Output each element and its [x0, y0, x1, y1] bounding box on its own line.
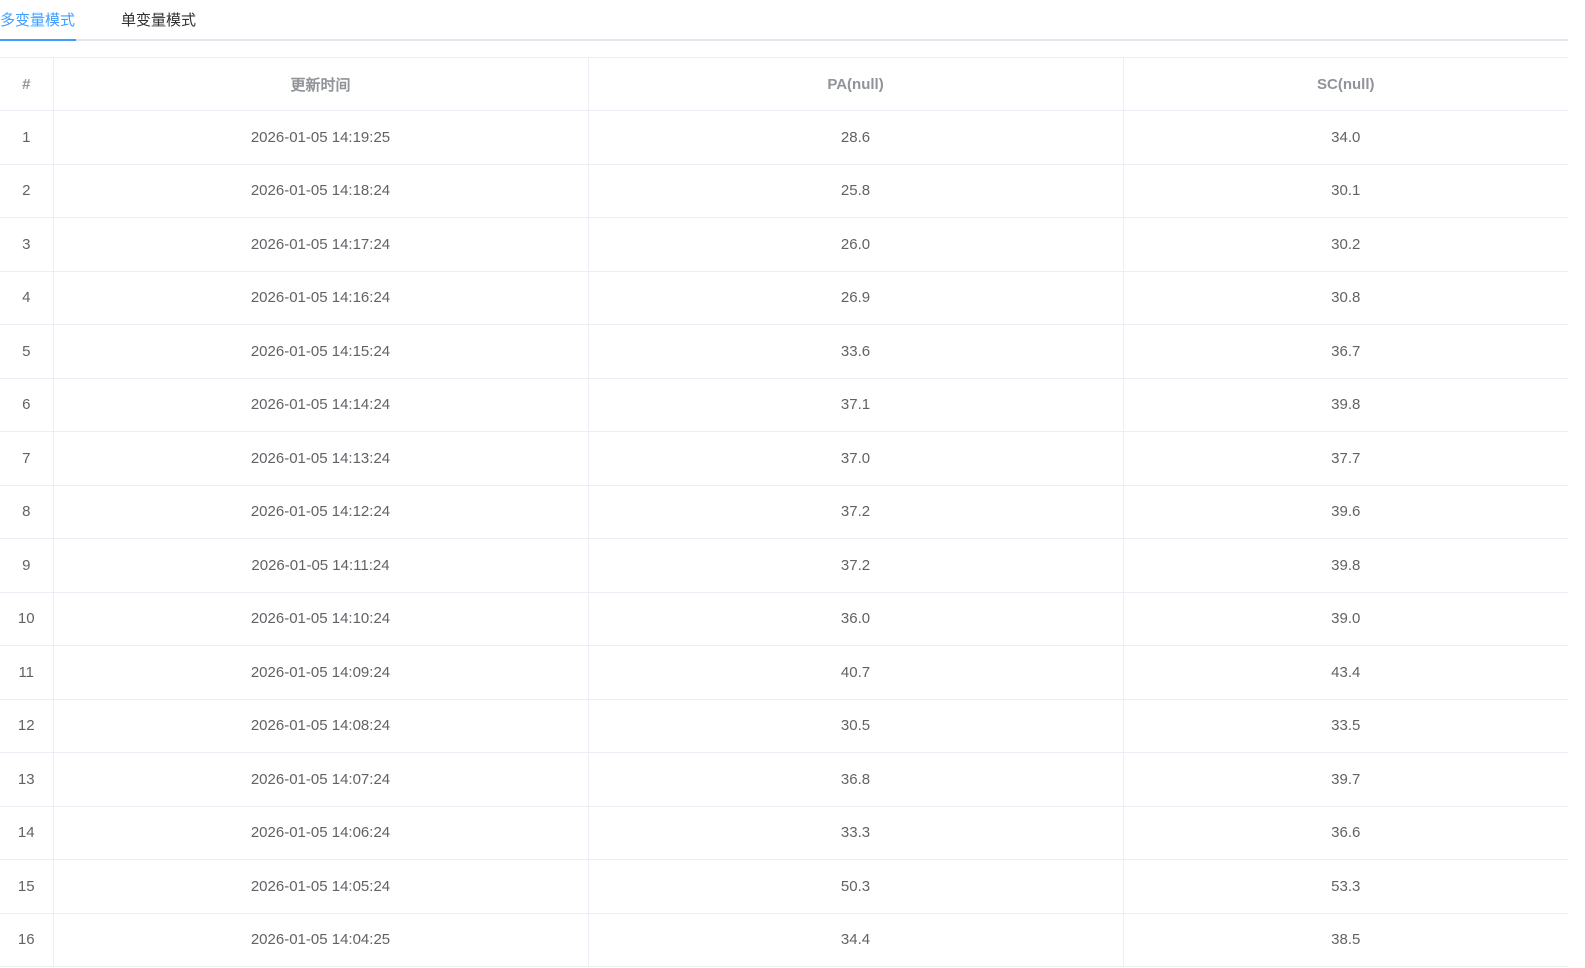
cell-update-time: 2026-01-05 14:19:25 — [53, 110, 589, 165]
table-row: 11 2026-01-05 14:09:24 40.7 43.4 — [0, 645, 1568, 700]
cell-update-time: 2026-01-05 14:11:24 — [53, 538, 589, 593]
cell-index: 9 — [0, 538, 54, 593]
table-row: 3 2026-01-05 14:17:24 26.0 30.2 — [0, 217, 1568, 272]
cell-pa-value: 33.3 — [588, 806, 1124, 860]
data-table: # 更新时间 PA(null) SC(null) 1 2026-01-05 14:… — [0, 57, 1568, 967]
cell-sc-value: 30.8 — [1123, 271, 1568, 325]
cell-pa-value: 50.3 — [588, 859, 1124, 914]
cell-sc-value: 36.7 — [1123, 324, 1568, 379]
cell-pa-value: 37.1 — [588, 378, 1124, 432]
cell-update-time: 2026-01-05 14:10:24 — [53, 592, 589, 646]
cell-index: 13 — [0, 752, 54, 807]
table-row: 13 2026-01-05 14:07:24 36.8 39.7 — [0, 752, 1568, 807]
table-row: 1 2026-01-05 14:19:25 28.6 34.0 — [0, 110, 1568, 165]
cell-index: 2 — [0, 164, 54, 218]
cell-index: 8 — [0, 485, 54, 539]
cell-update-time: 2026-01-05 14:13:24 — [53, 431, 589, 486]
column-header-update-time: 更新时间 — [53, 57, 589, 111]
cell-sc-value: 39.0 — [1123, 592, 1568, 646]
cell-pa-value: 26.9 — [588, 271, 1124, 325]
table-row: 16 2026-01-05 14:04:25 34.4 38.5 — [0, 913, 1568, 967]
cell-update-time: 2026-01-05 14:15:24 — [53, 324, 589, 379]
table-header: # 更新时间 PA(null) SC(null) — [0, 57, 1568, 111]
mode-tabs: 多变量模式 单变量模式 — [0, 0, 1568, 41]
cell-sc-value: 36.6 — [1123, 806, 1568, 860]
active-tab-indicator — [0, 39, 76, 41]
cell-sc-value: 39.7 — [1123, 752, 1568, 807]
cell-update-time: 2026-01-05 14:18:24 — [53, 164, 589, 218]
cell-update-time: 2026-01-05 14:08:24 — [53, 699, 589, 753]
cell-update-time: 2026-01-05 14:16:24 — [53, 271, 589, 325]
cell-update-time: 2026-01-05 14:06:24 — [53, 806, 589, 860]
table-row: 5 2026-01-05 14:15:24 33.6 36.7 — [0, 324, 1568, 379]
cell-update-time: 2026-01-05 14:04:25 — [53, 913, 589, 967]
cell-index: 1 — [0, 110, 54, 165]
cell-sc-value: 39.6 — [1123, 485, 1568, 539]
cell-update-time: 2026-01-05 14:14:24 — [53, 378, 589, 432]
tab-multivariate-mode[interactable]: 多变量模式 — [0, 0, 76, 41]
cell-sc-value: 53.3 — [1123, 859, 1568, 914]
cell-index: 11 — [0, 645, 54, 700]
table-body: 1 2026-01-05 14:19:25 28.6 34.0 2 2026-01-05 … — [0, 110, 1568, 967]
column-header-pa: PA(null) — [588, 57, 1124, 111]
cell-index: 15 — [0, 859, 54, 914]
cell-index: 16 — [0, 913, 54, 967]
cell-sc-value: 30.2 — [1123, 217, 1568, 272]
table-row: 4 2026-01-05 14:16:24 26.9 30.8 — [0, 271, 1568, 325]
cell-pa-value: 25.8 — [588, 164, 1124, 218]
table-row: 2 2026-01-05 14:18:24 25.8 30.1 — [0, 164, 1568, 218]
column-header-sc: SC(null) — [1123, 57, 1568, 111]
cell-index: 4 — [0, 271, 54, 325]
table-row: 9 2026-01-05 14:11:24 37.2 39.8 — [0, 538, 1568, 593]
cell-sc-value: 38.5 — [1123, 913, 1568, 967]
table-row: 14 2026-01-05 14:06:24 33.3 36.6 — [0, 806, 1568, 860]
table-row: 12 2026-01-05 14:08:24 30.5 33.5 — [0, 699, 1568, 753]
cell-sc-value: 39.8 — [1123, 378, 1568, 432]
cell-sc-value: 39.8 — [1123, 538, 1568, 593]
cell-pa-value: 33.6 — [588, 324, 1124, 379]
cell-update-time: 2026-01-05 14:17:24 — [53, 217, 589, 272]
cell-pa-value: 28.6 — [588, 110, 1124, 165]
cell-pa-value: 30.5 — [588, 699, 1124, 753]
table-row: 15 2026-01-05 14:05:24 50.3 53.3 — [0, 859, 1568, 914]
column-header-index: # — [0, 57, 54, 111]
cell-sc-value: 34.0 — [1123, 110, 1568, 165]
cell-sc-value: 37.7 — [1123, 431, 1568, 486]
cell-index: 3 — [0, 217, 54, 272]
cell-pa-value: 37.0 — [588, 431, 1124, 486]
cell-pa-value: 36.8 — [588, 752, 1124, 807]
cell-index: 5 — [0, 324, 54, 379]
cell-update-time: 2026-01-05 14:12:24 — [53, 485, 589, 539]
cell-index: 7 — [0, 431, 54, 486]
cell-update-time: 2026-01-05 14:09:24 — [53, 645, 589, 700]
cell-index: 14 — [0, 806, 54, 860]
cell-sc-value: 43.4 — [1123, 645, 1568, 700]
cell-pa-value: 36.0 — [588, 592, 1124, 646]
cell-pa-value: 37.2 — [588, 538, 1124, 593]
cell-index: 6 — [0, 378, 54, 432]
tab-univariate-mode[interactable]: 单变量模式 — [121, 0, 201, 41]
table-row: 7 2026-01-05 14:13:24 37.0 37.7 — [0, 431, 1568, 486]
cell-pa-value: 34.4 — [588, 913, 1124, 967]
cell-pa-value: 40.7 — [588, 645, 1124, 700]
table-row: 6 2026-01-05 14:14:24 37.1 39.8 — [0, 378, 1568, 432]
cell-pa-value: 37.2 — [588, 485, 1124, 539]
table-row: 10 2026-01-05 14:10:24 36.0 39.0 — [0, 592, 1568, 646]
cell-index: 10 — [0, 592, 54, 646]
cell-update-time: 2026-01-05 14:05:24 — [53, 859, 589, 914]
cell-sc-value: 30.1 — [1123, 164, 1568, 218]
cell-pa-value: 26.0 — [588, 217, 1124, 272]
cell-sc-value: 33.5 — [1123, 699, 1568, 753]
cell-update-time: 2026-01-05 14:07:24 — [53, 752, 589, 807]
table-row: 8 2026-01-05 14:12:24 37.2 39.6 — [0, 485, 1568, 539]
cell-index: 12 — [0, 699, 54, 753]
